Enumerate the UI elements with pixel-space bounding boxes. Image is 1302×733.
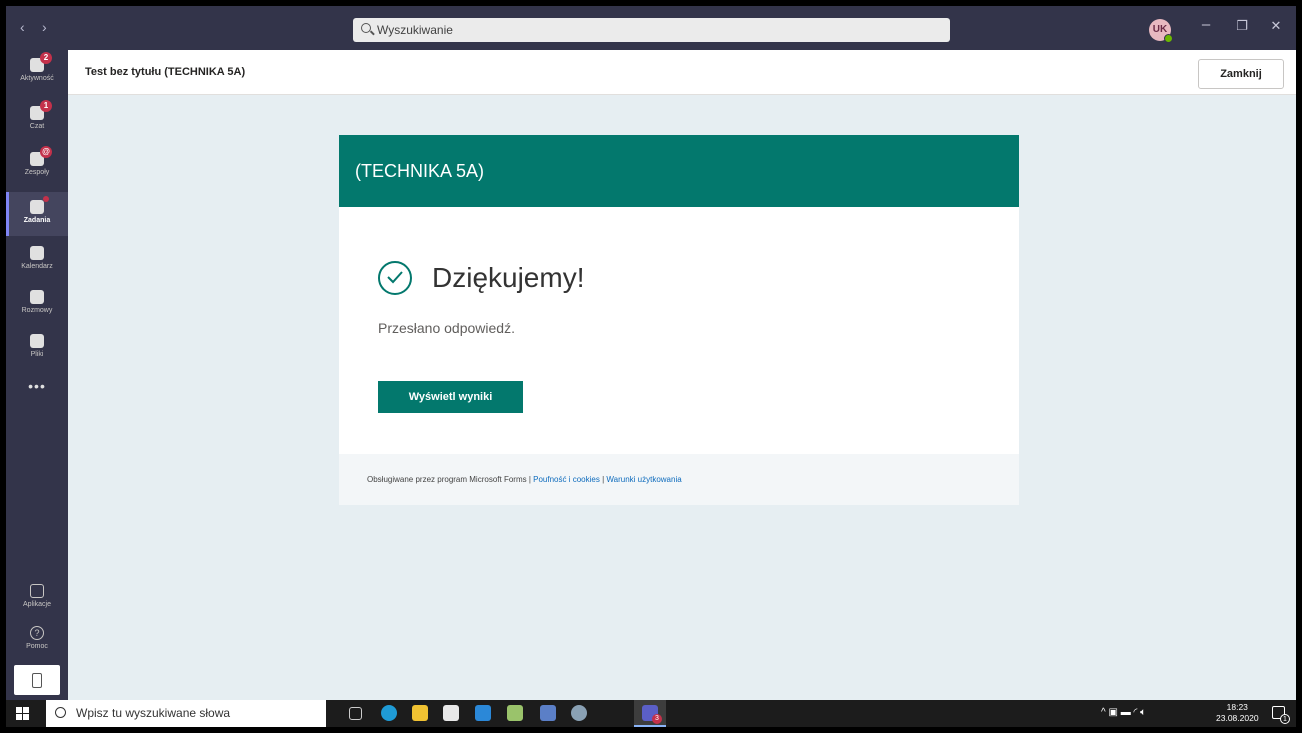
chat-icon: 1	[30, 100, 52, 120]
powered-by-text: Obsługiwane przez program Microsoft Form…	[367, 475, 531, 484]
rail-item-label: Zespoły	[24, 169, 50, 176]
rail-item-label: Aplikacje	[22, 601, 51, 608]
mobile-phone-icon	[32, 673, 42, 688]
page-header: Test bez tytułu (TECHNIKA 5A) Zamknij	[68, 50, 1296, 95]
teams-window: ‹ › Wyszukiwanie UK – ❐ ✕ 2 Aktywność 1 …	[6, 6, 1296, 727]
photos-icon[interactable]	[540, 705, 556, 721]
app-bar: 2 Aktywność 1 Czat @ Zespoły Zadania Kal…	[6, 50, 68, 700]
teams-taskbar-badge: 3	[652, 714, 662, 724]
avatar[interactable]: UK	[1149, 19, 1173, 43]
submitted-message: Przesłano odpowiedź.	[378, 320, 515, 336]
page-title: Test bez tytułu (TECHNIKA 5A)	[85, 66, 246, 78]
view-results-button[interactable]: Wyświetl wyniki	[378, 381, 523, 413]
clock-time: 18:23	[1226, 702, 1248, 712]
form-header: (TECHNIKA 5A)	[339, 135, 1019, 207]
terms-link[interactable]: Warunki użytkowania	[606, 475, 681, 484]
close-button[interactable]: Zamknij	[1198, 59, 1284, 89]
thank-you-heading: Dziękujemy!	[432, 262, 585, 293]
file-icon	[30, 334, 44, 348]
teams-mention-badge: @	[40, 146, 52, 158]
rail-item-label: Pliki	[30, 351, 44, 358]
presence-available-icon	[1164, 34, 1173, 43]
maximize-button[interactable]: ❐	[1230, 18, 1254, 34]
clock-date: 23.08.2020	[1216, 713, 1259, 723]
taskbar-search-placeholder: Wpisz tu wyszukiwane słowa	[76, 706, 231, 720]
taskbar-search-input[interactable]: Wpisz tu wyszukiwane słowa	[46, 700, 326, 727]
windows-taskbar: Wpisz tu wyszukiwane słowa 3 ^ ▣ ▬ ◜ 🔈︎ …	[6, 700, 1296, 727]
rail-item-calendar[interactable]: Kalendarz	[6, 246, 68, 284]
teams-icon: @	[30, 146, 52, 166]
rail-item-label: Zadania	[23, 217, 51, 224]
assignments-icon	[30, 196, 49, 214]
minimize-button[interactable]: –	[1194, 16, 1218, 33]
notification-center-icon[interactable]: 1	[1272, 706, 1290, 724]
paint-icon[interactable]	[571, 705, 587, 721]
rail-item-label: Kalendarz	[21, 263, 53, 270]
search-input[interactable]: Wyszukiwanie	[353, 18, 950, 42]
notification-count: 1	[1280, 714, 1290, 724]
task-view-icon[interactable]	[349, 707, 362, 720]
assignments-dot	[43, 196, 49, 202]
avatar-initials: UK	[1152, 24, 1168, 35]
rail-item-activity[interactable]: 2 Aktywność	[6, 52, 68, 96]
bell-icon: 2	[30, 52, 52, 72]
edge-browser-icon[interactable]	[381, 705, 397, 721]
chat-badge: 1	[40, 100, 52, 112]
system-tray[interactable]: ^ ▣ ▬ ◜ 🔈︎	[1101, 707, 1146, 718]
search-icon	[55, 707, 66, 718]
clock[interactable]: 18:23 23.08.2020	[1216, 702, 1259, 724]
search-icon	[361, 23, 371, 33]
activity-badge: 2	[40, 52, 52, 64]
rail-item-label: Rozmowy	[21, 307, 53, 314]
rail-item-calls[interactable]: Rozmowy	[6, 290, 68, 328]
title-bar: ‹ › Wyszukiwanie UK – ❐ ✕	[6, 6, 1296, 50]
rail-item-help[interactable]: ? Pomoc	[6, 626, 68, 664]
footer-separator: |	[602, 475, 605, 484]
teams-icon: 3	[642, 705, 662, 724]
file-explorer-icon[interactable]	[412, 705, 428, 721]
form-footer: Obsługiwane przez program Microsoft Form…	[339, 454, 1019, 505]
rail-item-label: Czat	[29, 123, 45, 130]
rail-item-chat[interactable]: 1 Czat	[6, 100, 68, 144]
teams-taskbar-button[interactable]: 3	[634, 700, 666, 727]
search-placeholder: Wyszukiwanie	[377, 23, 453, 37]
phone-icon	[30, 290, 44, 304]
form-body: Dziękujemy! Przesłano odpowiedź. Wyświet…	[339, 207, 1019, 454]
desktop-app-icon[interactable]	[507, 705, 523, 721]
checkmark-circle-icon	[378, 261, 412, 295]
close-window-button[interactable]: ✕	[1264, 18, 1288, 34]
rail-item-files[interactable]: Pliki	[6, 334, 68, 372]
windows-start-icon[interactable]	[16, 707, 29, 720]
content-area: (TECHNIKA 5A) Dziękujemy! Przesłano odpo…	[68, 95, 1296, 700]
back-arrow-icon[interactable]: ‹	[20, 19, 25, 35]
rail-item-apps[interactable]: Aplikacje	[6, 584, 68, 622]
calendar-icon	[30, 246, 44, 260]
rail-item-label: Pomoc	[26, 643, 48, 650]
download-mobile-app-button[interactable]	[14, 665, 60, 695]
rail-item-assignments[interactable]: Zadania	[6, 192, 68, 236]
help-icon: ?	[30, 626, 44, 640]
privacy-link[interactable]: Poufność i cookies	[533, 475, 600, 484]
rail-item-teams[interactable]: @ Zespoły	[6, 146, 68, 190]
more-apps-icon[interactable]: •••	[6, 378, 68, 394]
microsoft-store-icon[interactable]	[443, 705, 459, 721]
form-card: (TECHNIKA 5A) Dziękujemy! Przesłano odpo…	[339, 135, 1019, 505]
rail-item-label: Aktywność	[20, 75, 54, 82]
mail-icon[interactable]	[475, 705, 491, 721]
apps-icon	[30, 584, 44, 598]
forward-arrow-icon[interactable]: ›	[42, 19, 47, 35]
